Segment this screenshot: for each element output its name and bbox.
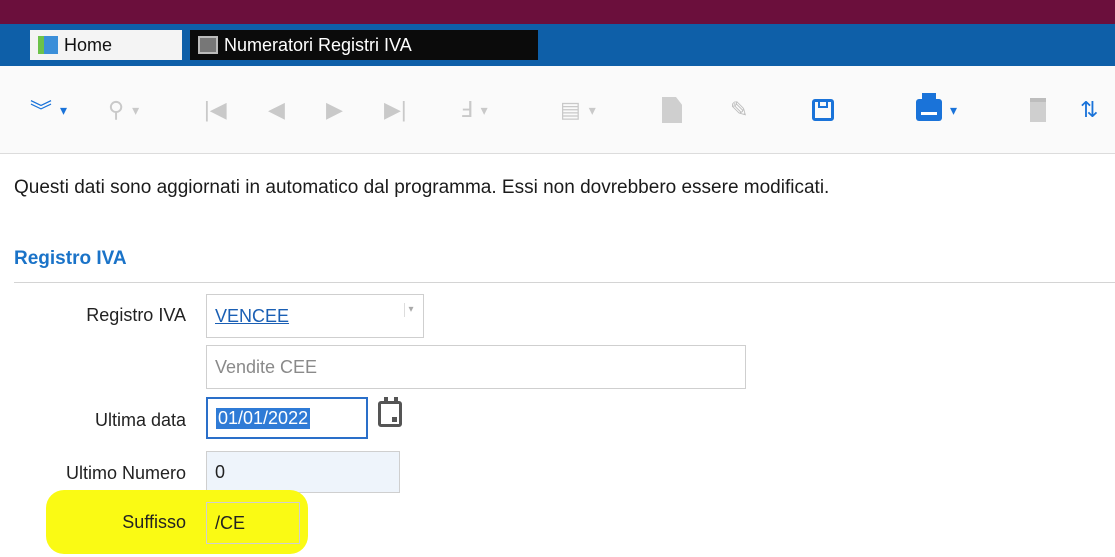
next-record-icon: ▶ xyxy=(326,97,343,122)
edit-icon: ✎ xyxy=(730,97,749,122)
chevron-down-icon: ▾ xyxy=(480,101,488,118)
chevron-down-icon: ▾ xyxy=(588,101,596,118)
chevron-down-icon: ▾ xyxy=(950,101,958,118)
chevron-down-icon: ▾ xyxy=(60,101,68,118)
info-message: Questi dati sono aggiornati in automatic… xyxy=(14,177,830,198)
next-record-button[interactable]: ▶ xyxy=(326,90,343,130)
ultima-data-value: 01/01/2022 xyxy=(216,407,311,429)
ultimo-numero-value: 0 xyxy=(215,461,226,482)
print-icon xyxy=(916,93,942,121)
document-icon xyxy=(198,36,218,54)
section-divider xyxy=(14,282,1115,283)
ultimo-numero-input[interactable]: 0 xyxy=(206,451,400,493)
database-icon: ▤ xyxy=(560,97,581,122)
chevron-down-icon[interactable]: ▾ xyxy=(404,303,417,317)
tab-bar: Home Numeratori Registri IVA xyxy=(0,24,1115,66)
ultima-data-input[interactable]: 01/01/2022 xyxy=(206,397,368,439)
suffisso-value: /CE xyxy=(215,512,246,533)
suffisso-label: Suffisso xyxy=(122,512,186,532)
expand-icon: ︾ xyxy=(30,99,53,124)
refresh-icon: ⇅ xyxy=(1080,97,1099,122)
previous-record-button[interactable]: ◀ xyxy=(268,90,285,130)
last-record-button[interactable]: ▶| xyxy=(384,90,407,130)
toolbar: ︾ ▾ ⚲ ▾ |◀ ◀ ▶ ▶| Ⅎ ▾ ▤ ▾ ✎ ▾ ⇅ xyxy=(0,66,1115,154)
search-icon: ⚲ xyxy=(108,97,125,122)
refresh-button[interactable]: ⇅ xyxy=(1080,90,1098,130)
delete-button[interactable] xyxy=(1030,90,1046,130)
database-button[interactable]: ▤ ▾ xyxy=(560,90,596,130)
registro-iva-description-text: Vendite CEE xyxy=(215,356,318,377)
calendar-icon[interactable] xyxy=(378,397,402,427)
tab-home-label: Home xyxy=(64,34,113,55)
suffisso-input[interactable]: /CE xyxy=(206,502,300,544)
registro-iva-combo[interactable]: VENCEE ▾ xyxy=(206,294,424,338)
new-document-icon xyxy=(662,97,682,123)
tab-numeratori-registri-iva[interactable]: Numeratori Registri IVA xyxy=(190,30,538,60)
chevron-down-icon: ▾ xyxy=(132,101,140,118)
registro-iva-description: Vendite CEE xyxy=(206,345,746,389)
search-button[interactable]: ⚲ ▾ xyxy=(108,90,139,130)
section-title: Registro IVA xyxy=(14,248,127,269)
save-button[interactable] xyxy=(812,90,834,130)
attachment-button[interactable]: Ⅎ ▾ xyxy=(460,90,488,130)
print-button[interactable]: ▾ xyxy=(916,90,957,130)
window-titlebar xyxy=(0,0,1115,24)
delete-icon xyxy=(1030,98,1046,122)
new-document-button[interactable] xyxy=(662,90,682,130)
previous-record-icon: ◀ xyxy=(268,97,285,122)
last-record-icon: ▶| xyxy=(384,97,407,122)
registro-iva-value[interactable]: VENCEE xyxy=(215,306,289,327)
ultimo-numero-label: Ultimo Numero xyxy=(65,463,186,483)
edit-button[interactable]: ✎ xyxy=(730,90,748,130)
expand-button[interactable]: ︾ ▾ xyxy=(30,90,67,130)
first-record-button[interactable]: |◀ xyxy=(204,90,227,130)
tab-home[interactable]: Home xyxy=(30,30,182,60)
save-icon xyxy=(812,99,834,121)
tab-active-label: Numeratori Registri IVA xyxy=(224,34,412,55)
ultima-data-label: Ultima data xyxy=(94,410,186,430)
attachment-icon: Ⅎ xyxy=(460,97,473,122)
first-record-icon: |◀ xyxy=(204,97,227,122)
registro-iva-label: Registro IVA xyxy=(86,305,186,325)
home-icon xyxy=(38,36,58,54)
